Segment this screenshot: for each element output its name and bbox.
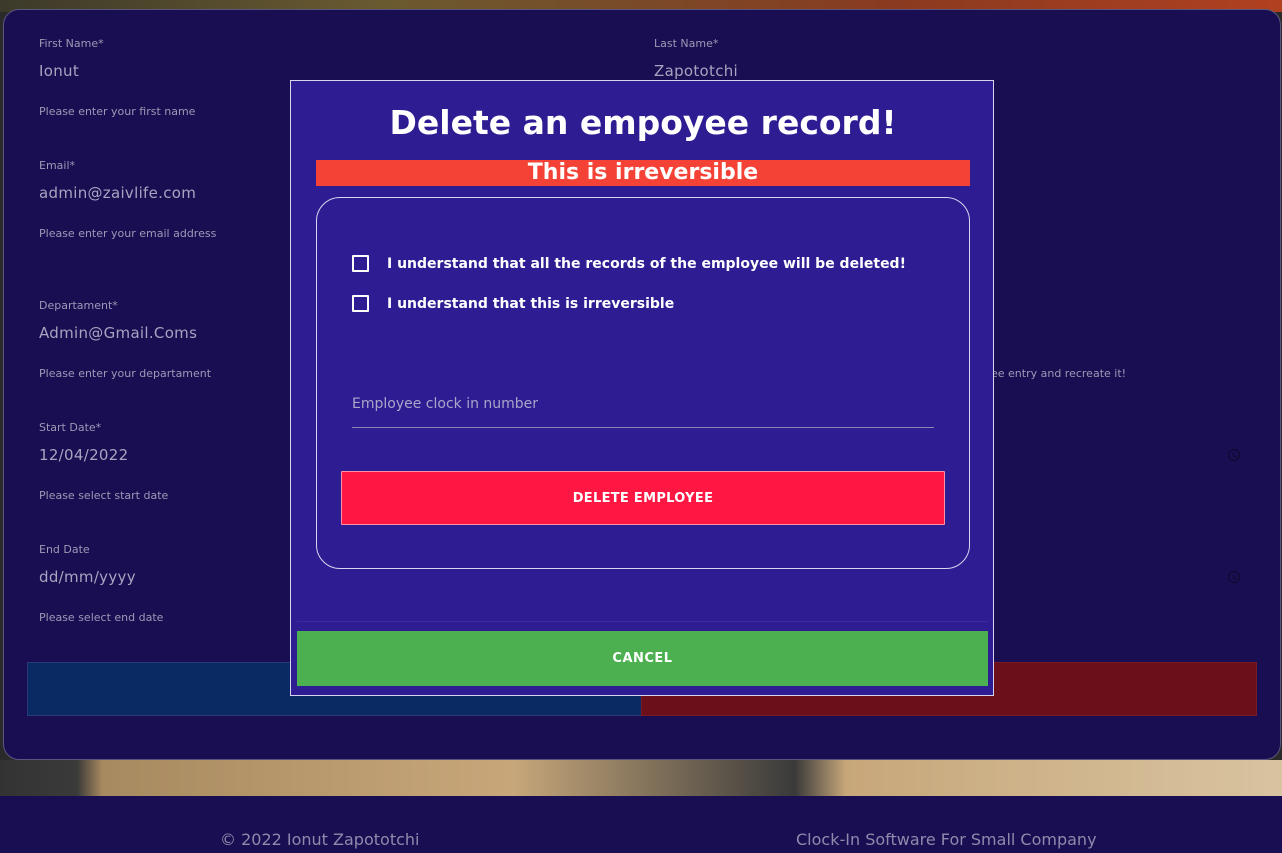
- background-bottom-strip: [0, 760, 1282, 796]
- first-name-field[interactable]: First Name* Ionut: [39, 37, 639, 80]
- delete-employee-button[interactable]: DELETE EMPLOYEE: [341, 471, 945, 525]
- employee-clock-number-input[interactable]: Employee clock in number: [352, 390, 934, 428]
- end-date-hint: Please select end date: [39, 611, 164, 624]
- confirm-irreversible-checkbox[interactable]: [352, 295, 369, 312]
- clock-number-placeholder: Employee clock in number: [352, 396, 539, 412]
- email-hint: Please enter your email address: [39, 227, 217, 240]
- footer-copyright: © 2022 Ionut Zapototchi: [220, 830, 420, 849]
- modal-divider: [297, 621, 988, 622]
- cancel-button[interactable]: CANCEL: [297, 631, 988, 686]
- first-name-label: First Name*: [39, 37, 104, 50]
- irreversible-warning: This is irreversible: [316, 160, 970, 186]
- last-name-label: Last Name*: [654, 37, 719, 50]
- confirm-records-checkbox[interactable]: [352, 255, 369, 272]
- first-name-value[interactable]: Ionut: [39, 62, 639, 80]
- right-hint: ee entry and recreate it!: [991, 367, 1127, 380]
- footer-tagline: Clock-In Software For Small Company: [796, 830, 1097, 849]
- first-name-hint: Please enter your first name: [39, 105, 196, 118]
- last-name-value[interactable]: Zapototchi: [654, 62, 1244, 80]
- confirm-records-label: I understand that all the records of the…: [387, 255, 906, 272]
- last-name-field[interactable]: Last Name* Zapototchi: [654, 37, 1244, 80]
- confirm-irreversible-row[interactable]: I understand that this is irreversible: [352, 295, 674, 312]
- confirm-records-row[interactable]: I understand that all the records of the…: [352, 255, 906, 272]
- modal-title: Delete an empoyee record!: [389, 103, 897, 142]
- confirm-irreversible-label: I understand that this is irreversible: [387, 295, 675, 312]
- clock-icon[interactable]: [1228, 571, 1240, 583]
- delete-employee-modal: Delete an empoyee record! This is irreve…: [290, 80, 994, 696]
- department-hint: Please enter your departament: [39, 367, 212, 380]
- start-date-hint: Please select start date: [39, 489, 169, 502]
- confirmation-box: I understand that all the records of the…: [316, 197, 970, 569]
- clock-icon[interactable]: [1228, 449, 1240, 461]
